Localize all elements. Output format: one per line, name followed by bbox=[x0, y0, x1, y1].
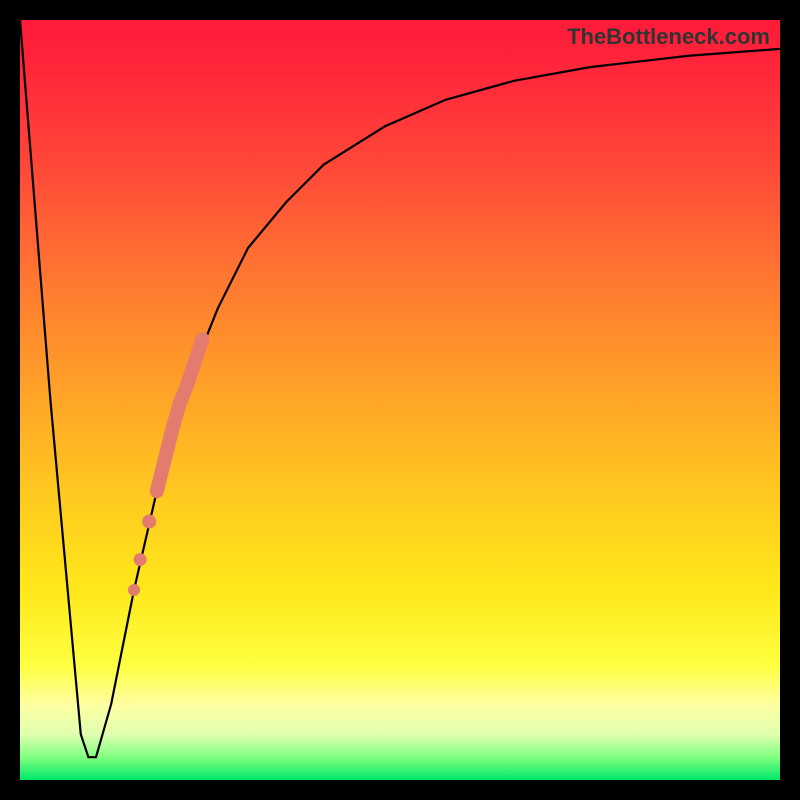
highlight-dot bbox=[134, 553, 147, 566]
highlight-dot bbox=[128, 584, 140, 596]
plot-area: TheBottleneck.com bbox=[20, 20, 780, 780]
highlight-marker-group bbox=[128, 339, 202, 596]
bottleneck-curve bbox=[20, 20, 780, 757]
chart-container: TheBottleneck.com bbox=[0, 0, 800, 800]
curve-svg bbox=[20, 20, 780, 780]
watermark-text: TheBottleneck.com bbox=[567, 24, 770, 50]
highlight-segment bbox=[157, 339, 203, 491]
highlight-dot bbox=[142, 515, 156, 529]
